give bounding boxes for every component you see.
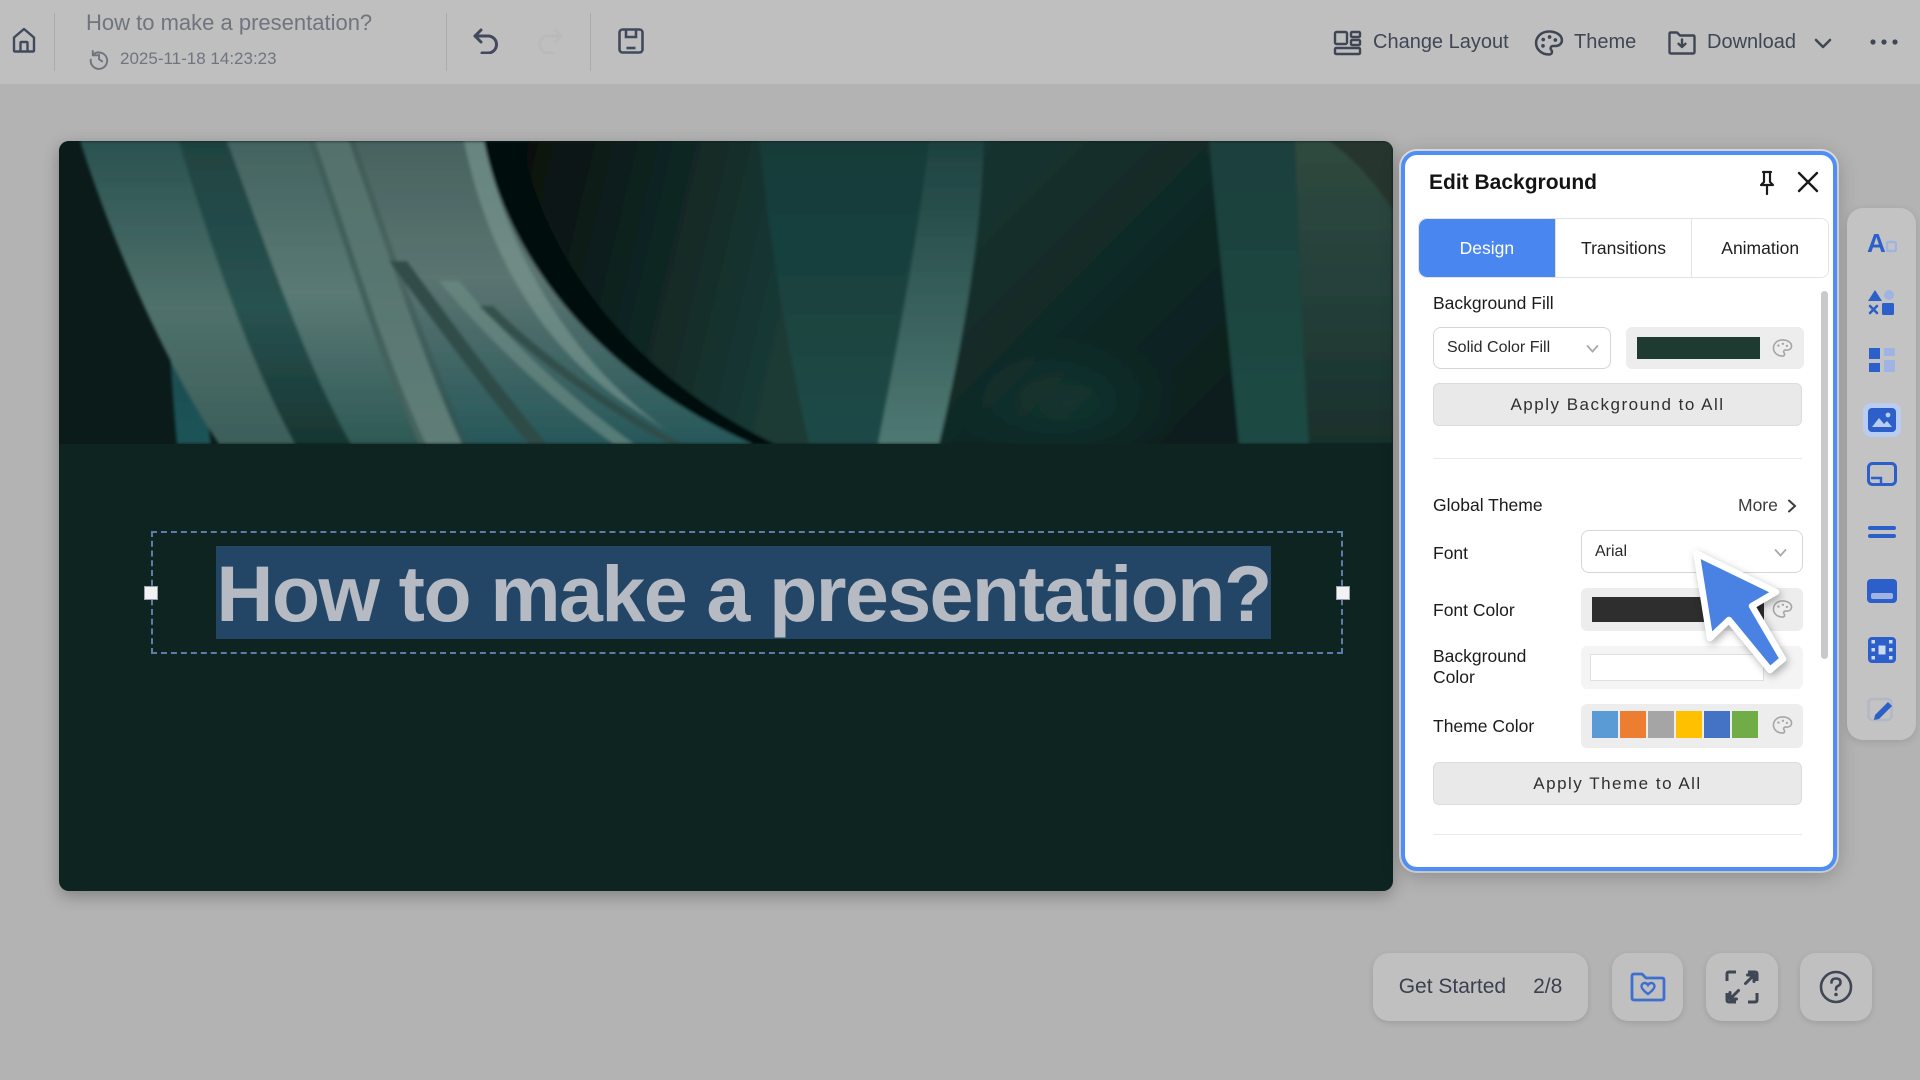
svg-text:A: A <box>1867 230 1886 256</box>
